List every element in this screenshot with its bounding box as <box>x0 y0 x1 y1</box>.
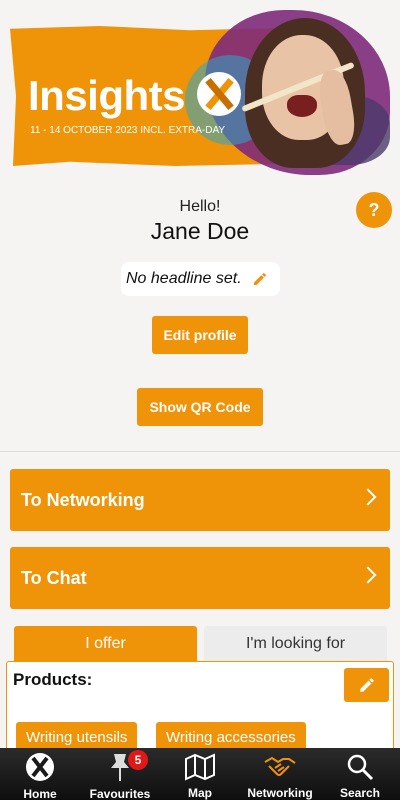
user-name: Jane Doe <box>150 218 250 244</box>
greeting: Hello! <box>179 198 221 215</box>
to-networking-card[interactable]: To Networking <box>10 469 390 531</box>
headline-text: No headline set. <box>126 270 242 287</box>
headline-field[interactable]: No headline set. <box>121 262 280 296</box>
nav-item-map[interactable]: Map <box>160 748 240 800</box>
nav-label: Home <box>23 787 57 800</box>
nav-label: Map <box>188 786 212 800</box>
tab-looking-for[interactable]: I'm looking for <box>204 626 387 662</box>
pencil-icon <box>359 678 374 692</box>
banner-person-mouth <box>287 95 317 117</box>
tab-i-offer[interactable]: I offer <box>14 626 197 662</box>
handshake-icon <box>263 752 297 781</box>
event-dates: 11 - 14 OCTOBER 2023 INCL. EXTRA-DAY <box>30 125 226 136</box>
event-logo-text: Insights <box>28 72 186 119</box>
search-icon <box>343 752 377 781</box>
nav-item-home[interactable]: Home <box>0 748 80 800</box>
bottom-nav: Home 5 Favourites Map Networking Search <box>0 748 400 800</box>
nav-label: Networking <box>247 786 313 800</box>
event-logo-x-icon <box>197 72 241 116</box>
pencil-icon[interactable] <box>252 271 268 287</box>
nav-label: Favourites <box>89 787 151 800</box>
nav-label: Search <box>339 786 381 800</box>
nav-item-search[interactable]: Search <box>320 748 400 800</box>
to-chat-label: To Chat <box>21 567 87 588</box>
to-networking-label: To Networking <box>21 489 145 510</box>
event-banner: Insights 11 - 14 OCTOBER 2023 INCL. EXTR… <box>0 0 400 180</box>
divider <box>0 451 400 452</box>
favourites-badge: 5 <box>128 750 148 770</box>
edit-products-button[interactable] <box>344 668 389 702</box>
show-qr-code-button[interactable]: Show QR Code <box>137 388 263 426</box>
nav-item-favourites[interactable]: 5 Favourites <box>80 748 160 800</box>
chevron-right-icon <box>359 488 377 506</box>
to-chat-card[interactable]: To Chat <box>10 547 390 609</box>
map-icon <box>183 752 217 781</box>
products-label: Products: <box>13 670 93 689</box>
logo-x-icon <box>23 752 57 782</box>
nav-item-networking[interactable]: Networking <box>240 748 320 800</box>
chevron-right-icon <box>359 566 377 584</box>
edit-profile-button[interactable]: Edit profile <box>152 316 248 354</box>
